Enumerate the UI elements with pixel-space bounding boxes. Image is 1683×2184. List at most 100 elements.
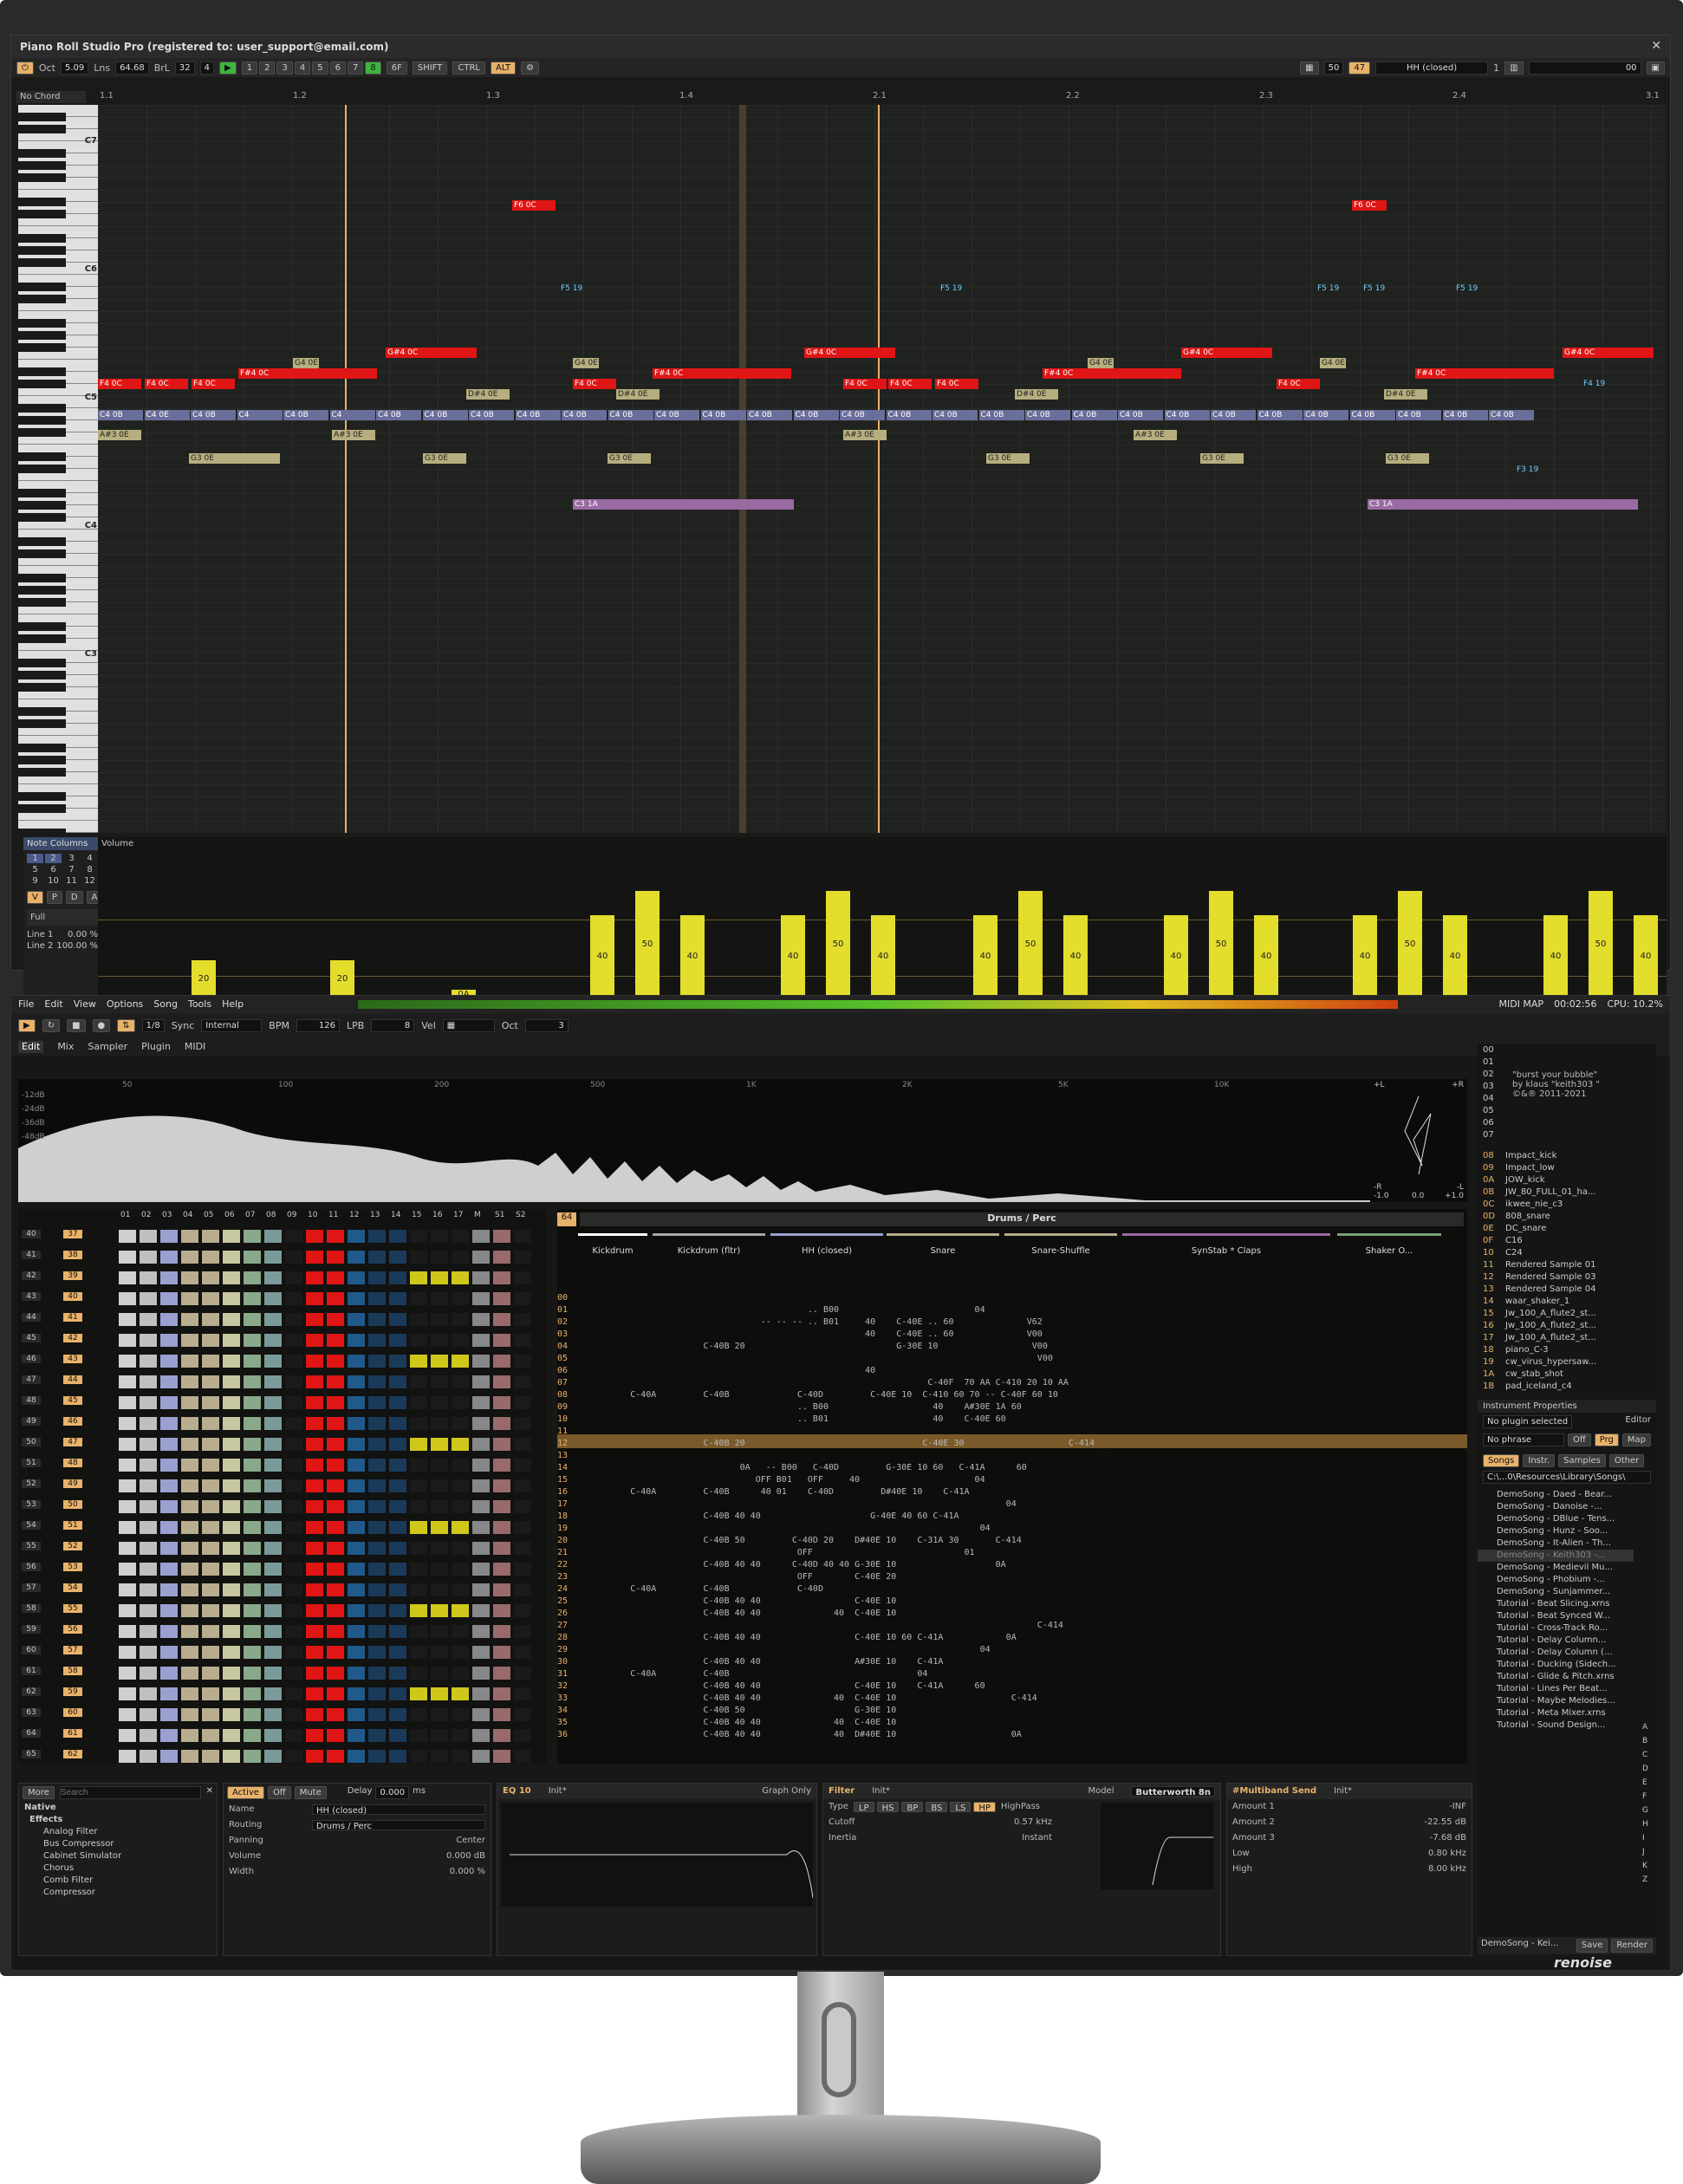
seq-index[interactable]: 54 — [22, 1521, 41, 1530]
matrix-slot[interactable] — [223, 1396, 240, 1409]
multiband-header[interactable]: #Multiband Send Init* — [1227, 1784, 1472, 1799]
matrix-slot[interactable] — [327, 1417, 344, 1430]
matrix-slot[interactable] — [452, 1625, 469, 1638]
matrix-slot[interactable] — [181, 1542, 198, 1555]
black-key[interactable] — [18, 586, 66, 595]
matrix-slot[interactable] — [514, 1479, 531, 1492]
matrix-slot[interactable] — [264, 1438, 282, 1451]
matrix-slot[interactable] — [472, 1563, 490, 1576]
matrix-slot[interactable] — [493, 1687, 510, 1700]
seq-pattern[interactable]: 50 — [63, 1500, 82, 1509]
note-block[interactable]: D#4 0E — [616, 389, 660, 400]
matrix-slot[interactable] — [410, 1667, 427, 1680]
step-8[interactable]: 8 — [365, 61, 381, 75]
matrix-slot[interactable] — [389, 1500, 406, 1513]
note-block[interactable]: G#4 0C — [804, 348, 895, 358]
matrix-slot[interactable] — [348, 1687, 365, 1700]
matrix-slot[interactable] — [181, 1521, 198, 1534]
matrix-slot[interactable] — [119, 1355, 136, 1368]
param-value[interactable]: -7.68 dB — [1430, 1833, 1466, 1843]
black-key[interactable] — [18, 161, 66, 170]
matrix-slot[interactable] — [223, 1479, 240, 1492]
black-key[interactable] — [18, 489, 66, 497]
seq-pattern[interactable]: 57 — [63, 1646, 82, 1654]
matrix-slot[interactable] — [452, 1646, 469, 1659]
matrix-slot[interactable] — [306, 1417, 323, 1430]
matrix-slot[interactable] — [285, 1251, 302, 1264]
matrix-slot[interactable] — [223, 1750, 240, 1763]
matrix-slot[interactable] — [348, 1604, 365, 1617]
browser-tab-other[interactable]: Other — [1608, 1454, 1645, 1467]
note-block[interactable]: C3 1A — [1368, 499, 1638, 510]
matrix-slot[interactable] — [514, 1375, 531, 1388]
matrix-slot[interactable] — [285, 1334, 302, 1347]
matrix-slot[interactable] — [264, 1292, 282, 1305]
matrix-slot[interactable] — [181, 1500, 198, 1513]
matrix-slot[interactable] — [264, 1271, 282, 1284]
note-block[interactable]: F6 0C — [1352, 200, 1387, 211]
matrix-slot[interactable] — [244, 1604, 261, 1617]
black-key[interactable] — [18, 501, 66, 510]
matrix-slot[interactable] — [306, 1396, 323, 1409]
matrix-slot[interactable] — [368, 1375, 386, 1388]
pattern-row[interactable]: 36 C-40B 40 40 40 D#40E 10 0A — [557, 1729, 1467, 1740]
matrix-slot[interactable] — [431, 1687, 448, 1700]
model-select[interactable]: Butterworth 8n — [1131, 1786, 1215, 1797]
velocity-bar[interactable]: 40 — [1254, 915, 1278, 998]
matrix-slot[interactable] — [264, 1750, 282, 1763]
note-block[interactable]: A#3 0E — [1134, 430, 1177, 440]
note-block[interactable]: F4 0C — [843, 379, 887, 389]
matrix-slot[interactable] — [493, 1417, 510, 1430]
matrix-slot[interactable] — [285, 1396, 302, 1409]
matrix-slot[interactable] — [285, 1500, 302, 1513]
matrix-slot[interactable] — [410, 1396, 427, 1409]
eq10-header[interactable]: EQ 10 Init* Graph Only — [497, 1784, 816, 1799]
matrix-slot[interactable] — [348, 1646, 365, 1659]
matrix-slot[interactable] — [202, 1729, 219, 1742]
matrix-slot[interactable] — [514, 1604, 531, 1617]
note-block[interactable]: F#4 0C — [238, 368, 377, 379]
matrix-slot[interactable] — [431, 1375, 448, 1388]
black-key[interactable] — [18, 598, 66, 607]
matrix-track-header[interactable]: 16 — [432, 1211, 442, 1219]
matrix-slot[interactable] — [493, 1646, 510, 1659]
black-key[interactable] — [18, 404, 66, 413]
matrix-slot[interactable] — [368, 1334, 386, 1347]
param-value[interactable]: -INF — [1449, 1802, 1466, 1812]
matrix-slot[interactable] — [264, 1313, 282, 1326]
gear-icon[interactable]: ⚙ — [521, 61, 540, 75]
alt-button[interactable]: ALT — [490, 61, 517, 75]
matrix-slot[interactable] — [140, 1292, 157, 1305]
pattern-row[interactable]: 31 C-40A C-40B 04 — [557, 1668, 1467, 1680]
matrix-slot[interactable] — [140, 1500, 157, 1513]
matrix-slot[interactable] — [431, 1230, 448, 1243]
velocity-bar[interactable]: 40 — [1063, 915, 1088, 998]
matrix-slot[interactable] — [181, 1563, 198, 1576]
note-grid[interactable]: F6 0C F6 0C F5 19 F5 19 F5 19 F5 19 F5 19 G#4 0… — [98, 105, 1667, 833]
matrix-slot[interactable] — [327, 1230, 344, 1243]
matrix-slot[interactable] — [140, 1417, 157, 1430]
matrix-slot[interactable] — [160, 1292, 178, 1305]
matrix-slot[interactable] — [306, 1271, 323, 1284]
matrix-slot[interactable] — [327, 1667, 344, 1680]
black-key[interactable] — [18, 622, 66, 631]
matrix-slot[interactable] — [348, 1708, 365, 1721]
matrix-slot[interactable] — [181, 1646, 198, 1659]
track-header[interactable]: HH (closed) — [770, 1233, 883, 1268]
matrix-slot[interactable] — [452, 1542, 469, 1555]
matrix-slot[interactable] — [264, 1563, 282, 1576]
pattern-row[interactable]: 20 C-40B 50 C-40D 20 D#40E 10 C-31A 30 C… — [557, 1535, 1467, 1546]
matrix-slot[interactable] — [514, 1438, 531, 1451]
matrix-slot[interactable] — [493, 1563, 510, 1576]
value-50[interactable]: 50 — [1323, 61, 1344, 75]
matrix-slot[interactable] — [264, 1459, 282, 1472]
matrix-slot[interactable] — [452, 1292, 469, 1305]
column-10[interactable]: 10 — [45, 876, 62, 886]
matrix-slot[interactable] — [389, 1355, 406, 1368]
note-block-c4[interactable]: C4 0B — [1396, 410, 1441, 420]
matrix-slot[interactable] — [431, 1646, 448, 1659]
matrix-slot[interactable] — [514, 1750, 531, 1763]
seq-pattern[interactable]: 54 — [63, 1583, 82, 1592]
matrix-slot[interactable] — [140, 1313, 157, 1326]
matrix-slot[interactable] — [514, 1583, 531, 1596]
